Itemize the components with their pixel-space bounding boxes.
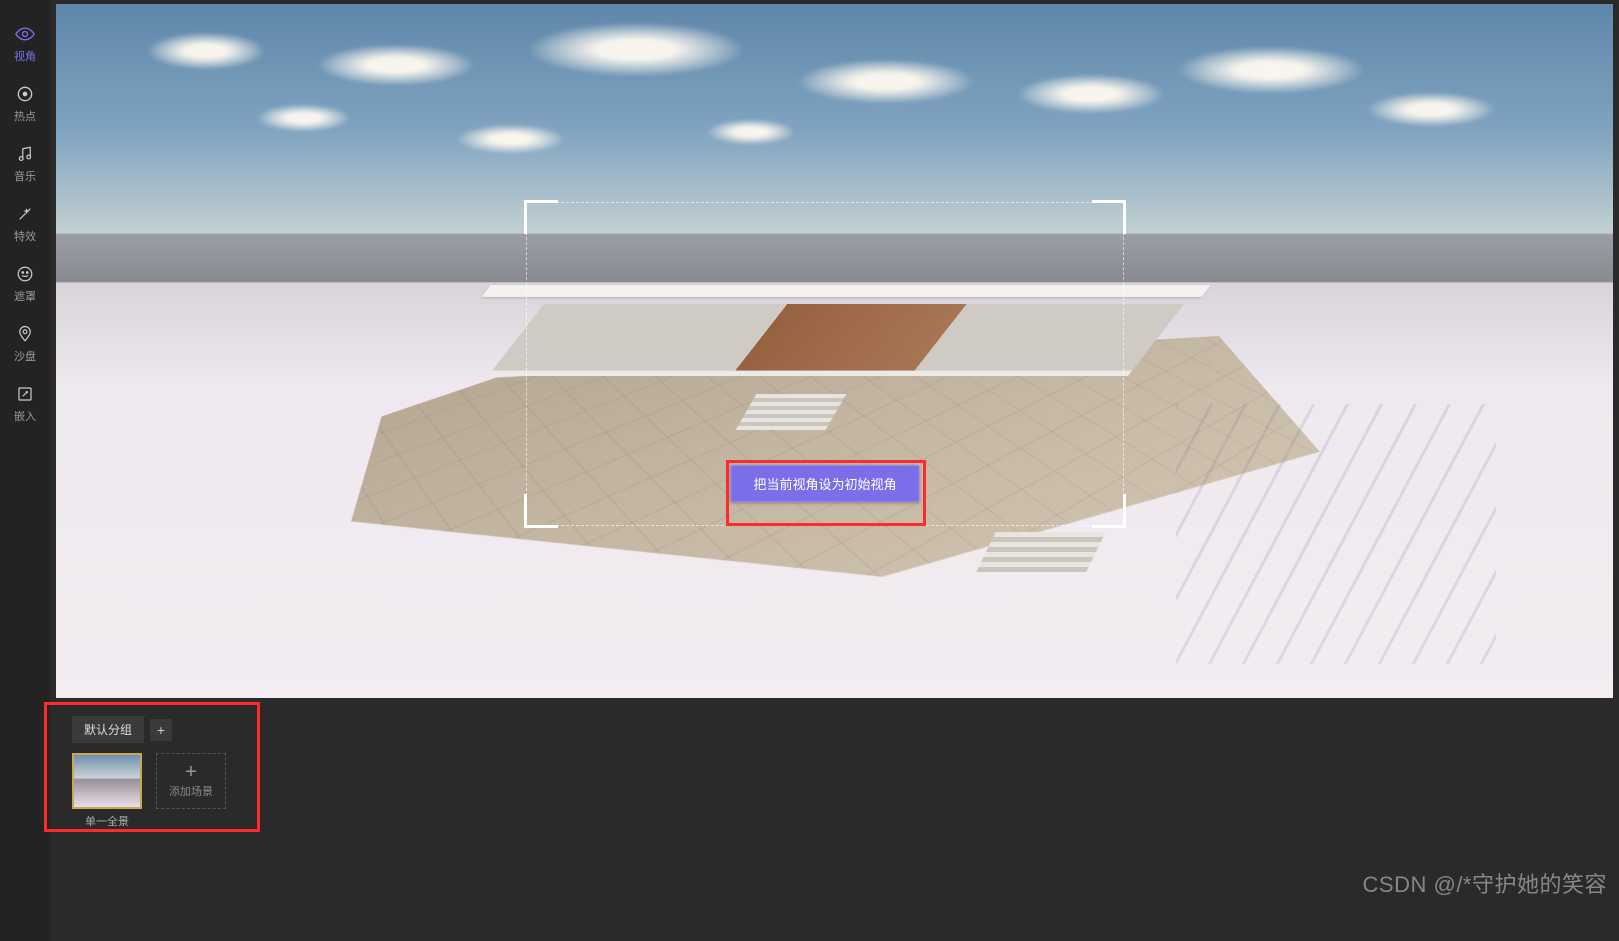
sidebar-label: 嵌入 [14,408,36,424]
sidebar-item-effects[interactable]: 特效 [0,198,50,250]
viewport-3d[interactable]: 把当前视角设为初始视角 [56,4,1613,698]
render-background [56,4,1613,698]
main-area: 把当前视角设为初始视角 默认分组 + 单一全景 + 添加场景 [50,0,1619,941]
music-icon [15,144,35,164]
group-tabs: 默认分组 + [72,716,1603,743]
bottom-panel: 默认分组 + 单一全景 + 添加场景 [50,698,1619,941]
scene-thumb-label: 单一全景 [85,813,129,829]
sidebar-label: 遮罩 [14,288,36,304]
sidebar-label: 音乐 [14,168,36,184]
sidebar-item-music[interactable]: 音乐 [0,138,50,190]
target-icon [15,84,35,104]
pin-icon [15,324,35,344]
sidebar-label: 沙盘 [14,348,36,364]
add-scene-button[interactable]: + 添加场景 [156,753,226,809]
left-sidebar: 视角 热点 音乐 特效 遮罩 沙盘 嵌入 [0,0,50,941]
sidebar-label: 特效 [14,228,36,244]
wand-icon [15,204,35,224]
embed-icon [15,384,35,404]
eye-icon [15,24,35,44]
sidebar-label: 热点 [14,108,36,124]
scene-thumb-image [72,753,142,809]
plus-icon: + [185,763,197,781]
mask-icon [15,264,35,284]
sidebar-item-hotspot[interactable]: 热点 [0,78,50,130]
watermark-text: CSDN @/*守护她的笑容 [1363,867,1607,899]
sidebar-item-mask[interactable]: 遮罩 [0,258,50,310]
group-tab-default[interactable]: 默认分组 [72,716,144,743]
sidebar-item-sandtable[interactable]: 沙盘 [0,318,50,370]
scene-thumbnails: 单一全景 + 添加场景 [72,753,1603,829]
add-group-button[interactable]: + [150,719,172,741]
add-scene-label: 添加场景 [169,783,213,799]
sidebar-label: 视角 [14,48,36,64]
scene-thumb[interactable]: 单一全景 [72,753,142,829]
sidebar-item-view[interactable]: 视角 [0,18,50,70]
sidebar-item-embed[interactable]: 嵌入 [0,378,50,430]
